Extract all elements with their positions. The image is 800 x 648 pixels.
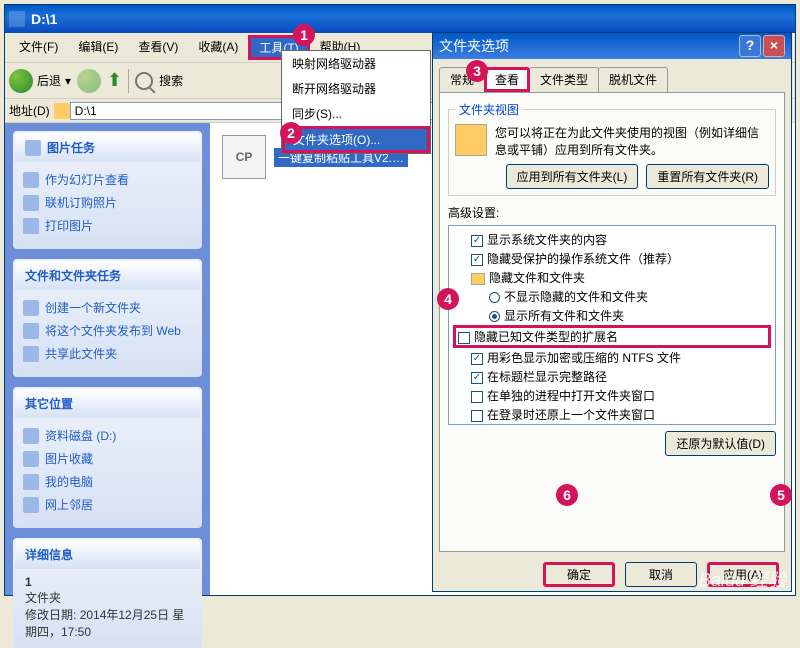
dialog-title: 文件夹选项 [439, 36, 509, 56]
tree-item[interactable]: 在单独的进程中打开文件夹窗口 [453, 386, 771, 405]
sidebar-new-folder[interactable]: 创建一个新文件夹 [23, 296, 192, 319]
tree-item[interactable]: 不显示隐藏的文件和文件夹 [453, 287, 771, 306]
forward-button[interactable] [77, 69, 101, 93]
tab-content-view: 文件夹视图 您可以将正在为此文件夹使用的视图（例如详细信息或平铺）应用到所有文件… [439, 92, 785, 552]
menu-edit[interactable]: 编辑(E) [68, 35, 128, 60]
slideshow-icon [23, 172, 39, 188]
tree-item[interactable]: 在登录时还原上一个文件夹窗口 [453, 405, 771, 424]
publish-icon [23, 323, 39, 339]
panel-details: 详细信息 1 文件夹 修改日期: 2014年12月25日 星期四，17:50 [13, 538, 202, 648]
tree-item[interactable]: ✓在地址栏中显示完整路径 [453, 424, 771, 425]
folder-icon [9, 11, 25, 27]
cancel-button[interactable]: 取消 [625, 562, 697, 587]
restore-defaults-button[interactable]: 还原为默认值(D) [665, 431, 776, 456]
tab-filetypes[interactable]: 文件类型 [529, 67, 599, 92]
help-button[interactable]: ? [739, 35, 761, 57]
tree-item[interactable]: 隐藏已知文件类型的扩展名 [453, 325, 771, 348]
back-icon [9, 69, 33, 93]
menu-map-drive[interactable]: 映射网络驱动器 [282, 51, 430, 76]
advanced-label: 高级设置: [448, 204, 776, 221]
print-icon [23, 218, 39, 234]
order-icon [23, 195, 39, 211]
sidebar-publish[interactable]: 将这个文件夹发布到 Web [23, 319, 192, 342]
ok-button[interactable]: 确定 [543, 562, 615, 587]
sidebar-slideshow[interactable]: 作为幻灯片查看 [23, 168, 192, 191]
apply-all-button[interactable]: 应用到所有文件夹(L) [506, 164, 639, 189]
share-icon [23, 346, 39, 362]
pictures-icon [23, 451, 39, 467]
menu-folder-options[interactable]: 文件夹选项(O)... [282, 126, 430, 153]
sidebar-share[interactable]: 共享此文件夹 [23, 342, 192, 365]
dialog-titlebar: 文件夹选项 ? × [433, 33, 791, 59]
search-label[interactable]: 搜索 [159, 72, 183, 89]
back-button[interactable]: 后退▾ [9, 69, 71, 93]
menu-disconnect-drive[interactable]: 断开网络驱动器 [282, 76, 430, 101]
callout-6: 6 [556, 484, 578, 506]
folder-view-icon [455, 124, 487, 156]
picture-icon [25, 140, 41, 156]
tools-dropdown: 映射网络驱动器 断开网络驱动器 同步(S)... 文件夹选项(O)... [281, 50, 431, 154]
sidebar-disk-d[interactable]: 资料磁盘 (D:) [23, 424, 192, 447]
search-icon[interactable] [135, 72, 153, 90]
close-button[interactable]: × [763, 35, 785, 57]
sidebar: 图片任务 作为幻灯片查看 联机订购照片 打印图片 文件和文件夹任务 创建一个新文… [5, 123, 210, 595]
computer-icon [23, 474, 39, 490]
panel-picture-tasks: 图片任务 作为幻灯片查看 联机订购照片 打印图片 [13, 131, 202, 249]
folder-views-group: 文件夹视图 您可以将正在为此文件夹使用的视图（例如详细信息或平铺）应用到所有文件… [448, 101, 776, 196]
callout-1: 1 [293, 24, 315, 46]
folder-views-desc: 您可以将正在为此文件夹使用的视图（例如详细信息或平铺）应用到所有文件夹。 [495, 124, 769, 158]
tree-item[interactable]: 隐藏文件和文件夹 [453, 268, 771, 287]
new-folder-icon [23, 300, 39, 316]
menu-view[interactable]: 查看(V) [128, 35, 188, 60]
tree-item[interactable]: ✓用彩色显示加密或压缩的 NTFS 文件 [453, 348, 771, 367]
up-button[interactable]: ⬆ [107, 70, 122, 91]
explorer-titlebar: D:\1 [5, 5, 795, 33]
callout-2: 2 [280, 122, 302, 144]
file-item[interactable]: CP [222, 135, 266, 179]
tree-item[interactable]: ✓隐藏受保护的操作系统文件（推荐） [453, 249, 771, 268]
callout-4: 4 [437, 288, 459, 310]
tree-item[interactable]: 显示所有文件和文件夹 [453, 306, 771, 325]
watermark: Baidu 经验 [699, 566, 786, 592]
tab-offline[interactable]: 脱机文件 [598, 67, 668, 92]
sidebar-pictures[interactable]: 图片收藏 [23, 447, 192, 470]
tree-item[interactable]: ✓显示系统文件夹的内容 [453, 230, 771, 249]
sidebar-order-prints[interactable]: 联机订购照片 [23, 191, 192, 214]
folder-icon [54, 103, 70, 119]
sidebar-network[interactable]: 网上邻居 [23, 493, 192, 516]
callout-5: 5 [770, 484, 792, 506]
address-label: 地址(D) [9, 102, 50, 119]
window-title: D:\1 [31, 11, 57, 27]
panel-file-tasks: 文件和文件夹任务 创建一个新文件夹 将这个文件夹发布到 Web 共享此文件夹 [13, 259, 202, 377]
advanced-settings-tree[interactable]: ✓显示系统文件夹的内容✓隐藏受保护的操作系统文件（推荐）隐藏文件和文件夹不显示隐… [448, 225, 776, 425]
network-icon [23, 497, 39, 513]
sidebar-my-computer[interactable]: 我的电脑 [23, 470, 192, 493]
menu-favorites[interactable]: 收藏(A) [188, 35, 248, 60]
disk-icon [23, 428, 39, 444]
menu-sync[interactable]: 同步(S)... [282, 101, 430, 126]
tab-view[interactable]: 查看 [484, 67, 530, 92]
folder-options-dialog: 文件夹选项 ? × 常规 查看 文件类型 脱机文件 文件夹视图 您可以将正在为此… [432, 32, 792, 592]
reset-all-button[interactable]: 重置所有文件夹(R) [646, 164, 769, 189]
tree-item[interactable]: ✓在标题栏显示完整路径 [453, 367, 771, 386]
callout-3: 3 [466, 60, 488, 82]
sidebar-print[interactable]: 打印图片 [23, 214, 192, 237]
panel-other-places: 其它位置 资料磁盘 (D:) 图片收藏 我的电脑 网上邻居 [13, 387, 202, 528]
menu-file[interactable]: 文件(F) [9, 35, 68, 60]
